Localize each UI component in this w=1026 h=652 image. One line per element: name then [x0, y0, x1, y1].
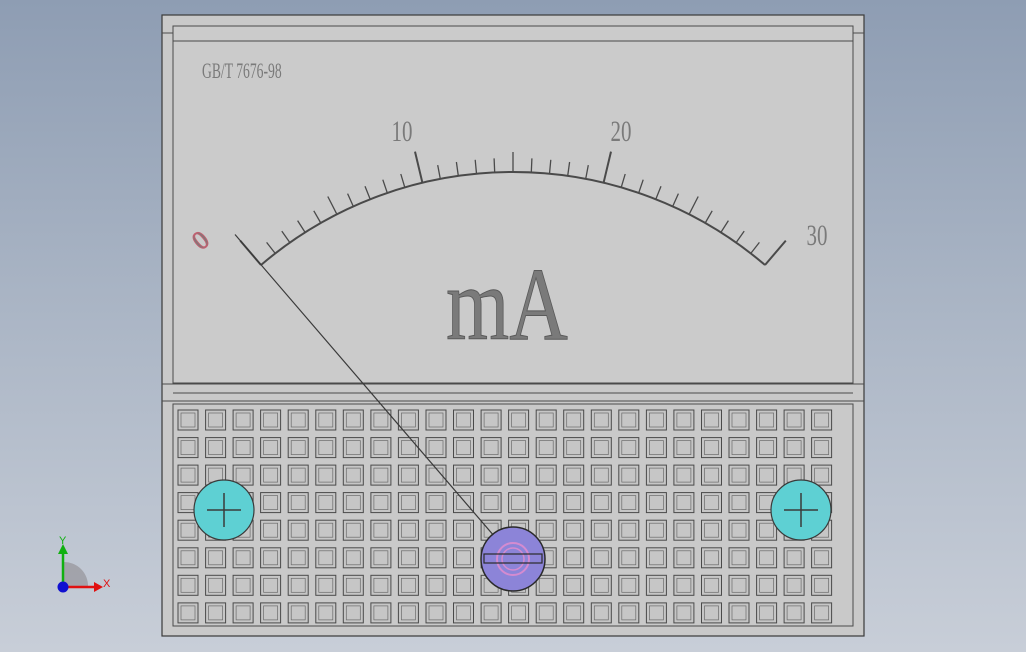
terminal-screw-left[interactable]: [193, 479, 255, 541]
unit-label: mA: [446, 248, 568, 363]
zero-adjust-screw[interactable]: [480, 526, 546, 592]
y-axis-label: Y: [59, 535, 67, 547]
scale-label-30: 30: [807, 218, 828, 252]
terminal-screw-right[interactable]: [770, 479, 832, 541]
cad-viewport[interactable]: GB/T 7676-98 0 10 20 30 mA Y X: [0, 0, 1026, 652]
z-axis-dot: [57, 581, 69, 593]
scale-label-10: 10: [392, 114, 413, 148]
scale-tick: [530, 158, 533, 173]
standard-label: GB/T 7676-98: [202, 59, 282, 83]
coordinate-triad: Y X: [57, 535, 111, 593]
scale-tick: [493, 158, 496, 173]
x-axis-label: X: [103, 578, 111, 590]
scale-label-20: 20: [611, 114, 632, 148]
